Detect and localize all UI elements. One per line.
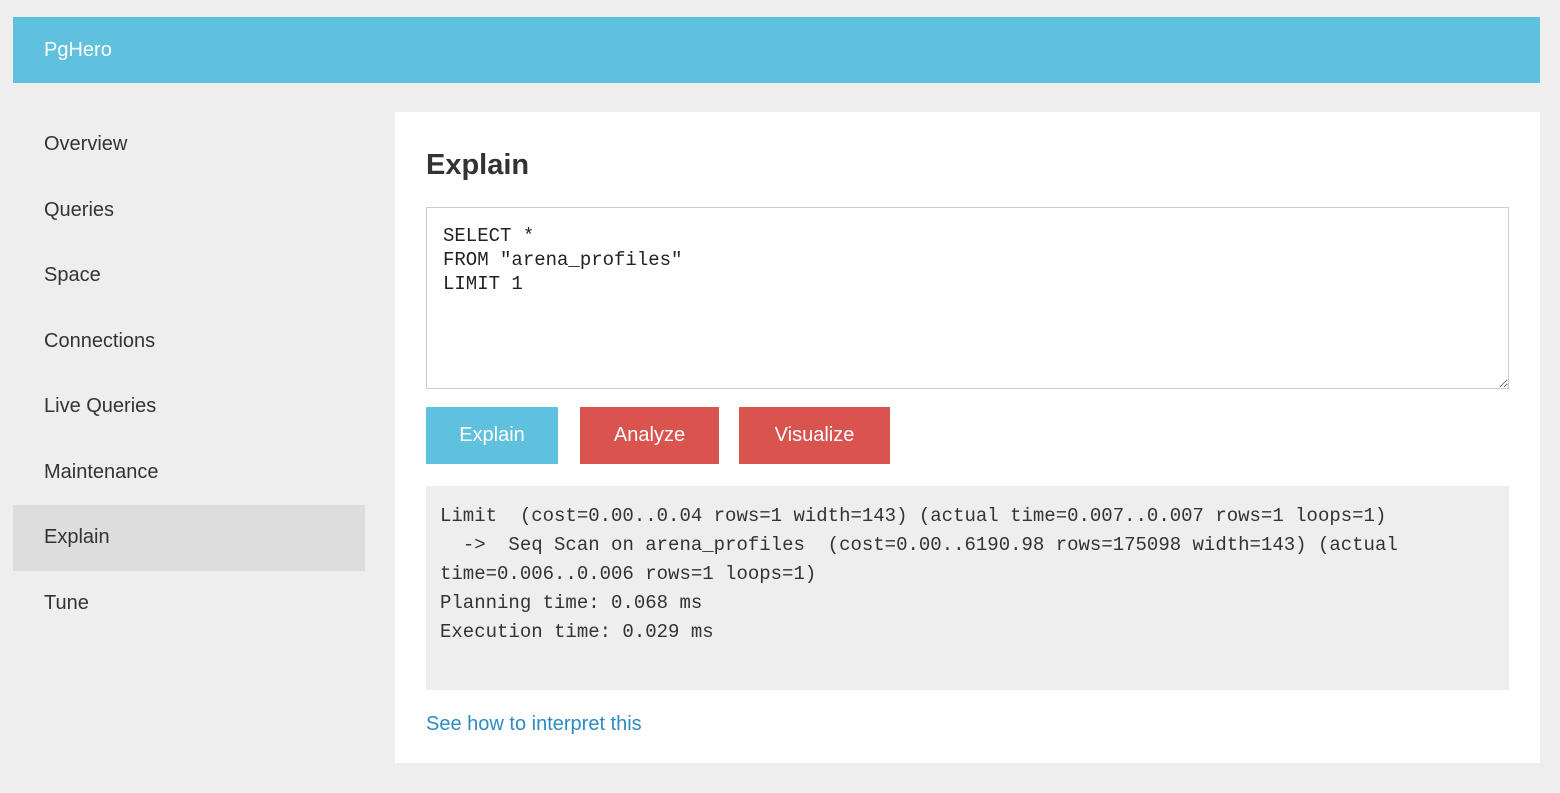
top-navbar: PgHero bbox=[13, 17, 1540, 83]
sidebar-item-tune[interactable]: Tune bbox=[13, 571, 365, 637]
explain-button[interactable]: Explain bbox=[426, 407, 558, 464]
page-title: Explain bbox=[426, 149, 530, 181]
interpret-help-link[interactable]: See how to interpret this bbox=[426, 712, 642, 736]
sidebar-item-overview[interactable]: Overview bbox=[13, 112, 365, 178]
sidebar-item-maintenance[interactable]: Maintenance bbox=[13, 440, 365, 506]
sidebar-nav: Overview Queries Space Connections Live … bbox=[13, 112, 365, 636]
sidebar-item-space[interactable]: Space bbox=[13, 243, 365, 309]
brand-link[interactable]: PgHero bbox=[44, 38, 112, 62]
sidebar-item-queries[interactable]: Queries bbox=[13, 178, 365, 244]
analyze-button[interactable]: Analyze bbox=[580, 407, 719, 464]
main-content-panel: Explain SELECT * FROM "arena_profiles" L… bbox=[395, 112, 1540, 763]
sidebar-item-live-queries[interactable]: Live Queries bbox=[13, 374, 365, 440]
explain-plan-output: Limit (cost=0.00..0.04 rows=1 width=143)… bbox=[426, 486, 1509, 690]
query-textarea[interactable]: SELECT * FROM "arena_profiles" LIMIT 1 bbox=[426, 207, 1509, 389]
sidebar-item-connections[interactable]: Connections bbox=[13, 309, 365, 375]
sidebar-item-explain[interactable]: Explain bbox=[13, 505, 365, 571]
visualize-button[interactable]: Visualize bbox=[739, 407, 890, 464]
